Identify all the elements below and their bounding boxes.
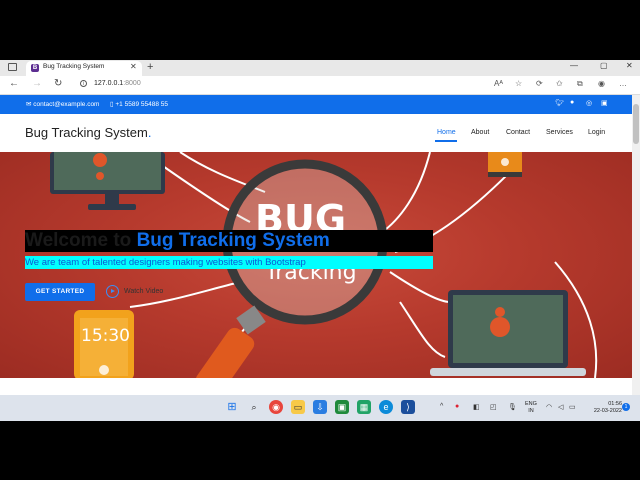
region-code: IN	[528, 408, 534, 414]
logo-dot: .	[147, 125, 152, 140]
notification-badge[interactable]: 1	[622, 403, 630, 411]
back-button[interactable]: ←	[9, 78, 19, 89]
browser-essentials-icon[interactable]: ⧉	[577, 79, 583, 89]
linkedin-icon[interactable]: ▣	[601, 99, 608, 107]
hero-title-prefix: Welcome to	[25, 230, 137, 251]
hero-title-brand: Bug Tracking System	[136, 230, 330, 251]
wifi-icon[interactable]: ◠	[546, 403, 552, 411]
system-clock[interactable]: 01:56 22-03-2022	[580, 401, 622, 415]
contact-email-text: contact@example.com	[33, 101, 100, 108]
get-started-button[interactable]: GET STARTED	[25, 283, 95, 301]
phone-illustration: 15:30	[74, 310, 134, 378]
nav-services[interactable]: Services	[546, 129, 573, 136]
app-icon[interactable]: ▣	[335, 400, 349, 414]
play-icon[interactable]	[106, 285, 119, 298]
refresh-button[interactable]: ↻	[54, 78, 62, 89]
tab-actions-icon[interactable]	[8, 63, 17, 71]
nav-about[interactable]: About	[471, 129, 489, 136]
nav-home[interactable]: Home	[437, 129, 456, 136]
hero-title: Welcome to Bug Tracking System	[25, 230, 433, 252]
read-aloud-icon[interactable]: Aᴬ	[494, 79, 503, 88]
volume-icon[interactable]: ◁	[558, 403, 563, 411]
tray-app-icon[interactable]: ◧	[473, 403, 480, 411]
forward-button[interactable]: →	[32, 78, 42, 89]
pycharm-icon[interactable]: ▦	[357, 400, 371, 414]
language-indicator[interactable]: ENG IN	[525, 401, 537, 415]
clock-date: 22-03-2022	[593, 408, 622, 414]
magnifier-illustration: BUG Tracking	[195, 159, 388, 378]
laptop-illustration	[430, 290, 586, 376]
nav-login[interactable]: Login	[588, 129, 605, 136]
close-window-button[interactable]: ✕	[626, 61, 633, 70]
language-code: ENG	[525, 401, 537, 407]
vscode-icon[interactable]: ⟩	[401, 400, 415, 414]
minimize-button[interactable]: —	[570, 61, 578, 70]
facebook-icon[interactable]: ●	[570, 99, 574, 106]
battery-icon[interactable]: ▭	[569, 403, 576, 411]
twitter-icon[interactable]: 🐦︎	[555, 99, 564, 107]
tray-app-icon[interactable]: ●	[455, 403, 459, 410]
edge-icon[interactable]: e	[379, 400, 393, 414]
scrollbar-thumb[interactable]	[633, 104, 639, 144]
maximize-button[interactable]: ▢	[600, 61, 608, 70]
url-port: :8000	[123, 80, 141, 87]
logo-text: Bug Tracking System	[25, 125, 148, 140]
hero-subtitle: We are team of talented designers making…	[25, 256, 433, 269]
favorites-icon[interactable]: ☆	[515, 79, 522, 88]
collections-icon[interactable]: ⟳	[536, 79, 543, 88]
new-tab-button[interactable]: +	[147, 61, 153, 73]
instagram-icon[interactable]: ◎	[586, 99, 592, 107]
tab-title: Bug Tracking System	[43, 63, 105, 70]
url-text: 127.0.0.1:8000	[94, 80, 141, 87]
favorites-bar-icon[interactable]: ✩	[556, 79, 563, 88]
watch-video-link[interactable]: Watch Video	[124, 288, 163, 295]
site-info-icon[interactable]: i	[80, 80, 87, 87]
tray-overflow-icon[interactable]: ^	[440, 403, 443, 410]
microphone-icon[interactable]: 🎙︎	[508, 403, 517, 411]
tab-favicon-icon: B	[31, 64, 39, 72]
nav-contact[interactable]: Contact	[506, 129, 530, 136]
more-icon[interactable]: …	[619, 79, 627, 88]
download-app-icon[interactable]: ⇩	[313, 400, 327, 414]
file-explorer-icon[interactable]: ▭	[291, 400, 305, 414]
contact-phone-text: +1 5589 55488 55	[115, 101, 168, 108]
page-content-below-hero	[0, 378, 632, 395]
profile-icon[interactable]: ◉	[598, 79, 605, 88]
clock-time: 01:56	[608, 401, 622, 407]
screen-letterbox	[0, 421, 640, 480]
tray-app-icon[interactable]: ◰	[490, 403, 497, 411]
search-icon[interactable]: ⌕	[247, 400, 261, 414]
phone-time-text: 15:30	[81, 326, 130, 346]
start-icon[interactable]: ⊞	[225, 400, 239, 414]
nav-active-underline	[435, 140, 457, 142]
chrome-icon[interactable]: ◉	[269, 400, 283, 414]
site-logo[interactable]: Bug Tracking System.	[25, 125, 151, 140]
contact-email[interactable]: ✉ contact@example.com	[26, 100, 99, 108]
monitor-illustration	[50, 152, 165, 210]
url-host: 127.0.0.1	[94, 80, 124, 87]
tab-close-icon[interactable]: ✕	[130, 62, 137, 71]
contact-phone: ▯ +1 5589 55488 55	[110, 100, 168, 108]
